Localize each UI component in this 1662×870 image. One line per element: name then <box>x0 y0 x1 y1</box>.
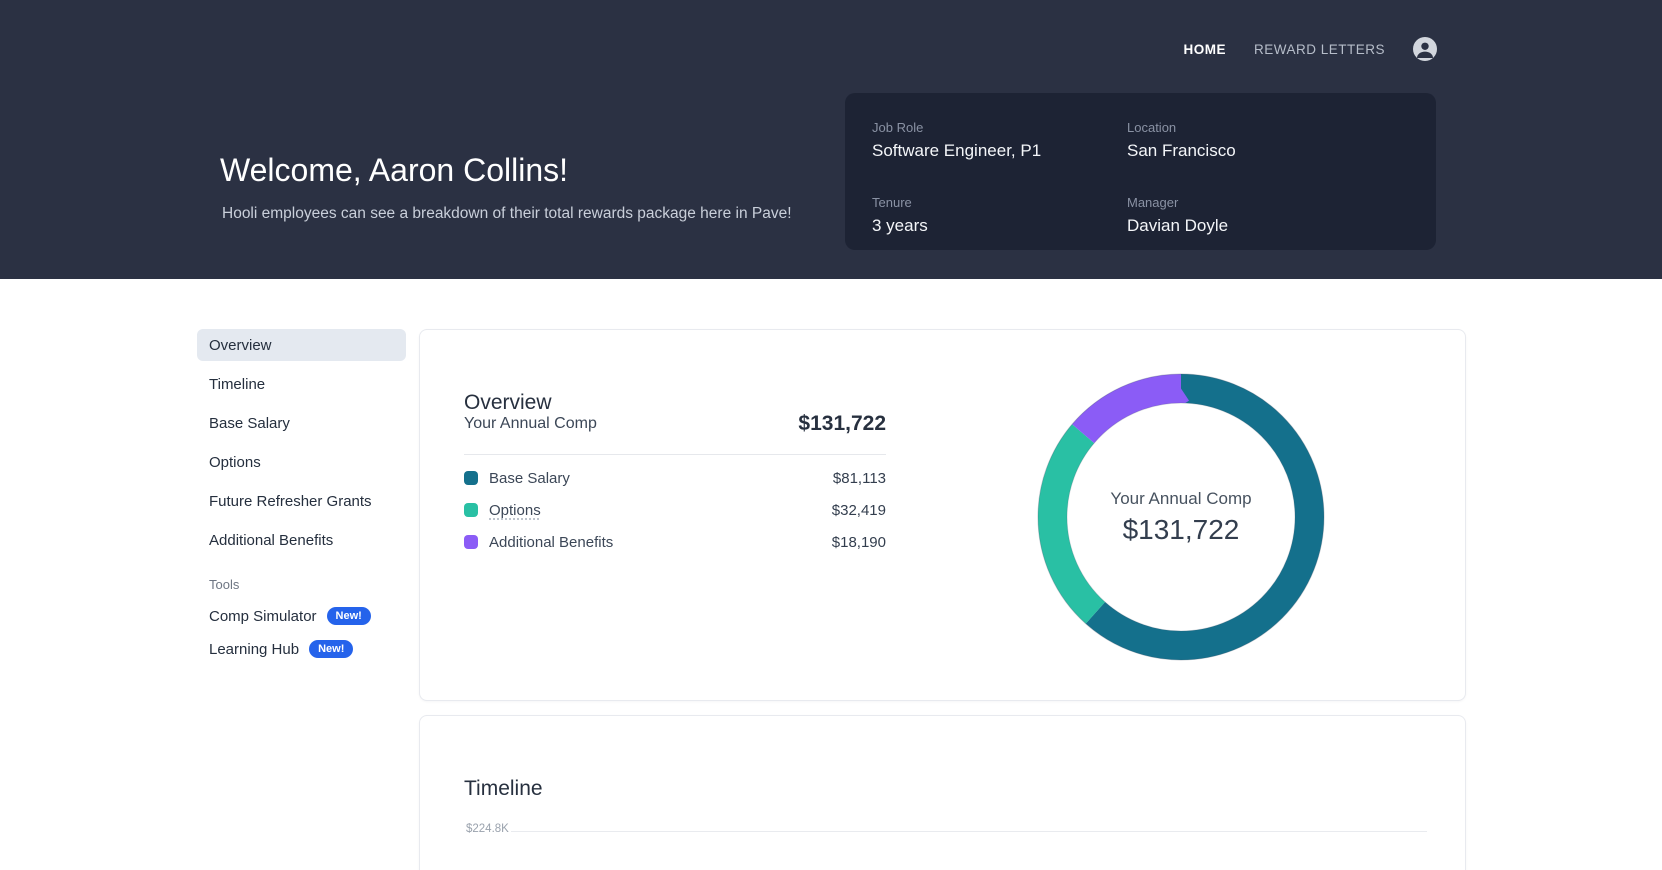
timeline-card-title: Timeline <box>464 777 543 801</box>
sidebar-item-additional-benefits[interactable]: Additional Benefits <box>197 524 406 556</box>
section-sidebar: Overview Timeline Base Salary Options Fu… <box>197 329 406 658</box>
nav-home[interactable]: HOME <box>1183 42 1226 57</box>
employee-profile-card: Job Role Software Engineer, P1 Location … <box>845 93 1436 250</box>
tools-section-header: Tools <box>209 577 240 592</box>
sidebar-item-comp-simulator[interactable]: Comp Simulator New! <box>197 607 406 625</box>
sidebar-item-base-salary[interactable]: Base Salary <box>197 407 406 439</box>
annual-comp-value: $131,722 <box>798 412 886 435</box>
field-label: Job Role <box>872 120 924 135</box>
comp-breakdown-legend: Base Salary $81,113 Options $32,419 Addi… <box>464 462 886 558</box>
sidebar-item-future-refresher-grants[interactable]: Future Refresher Grants <box>197 485 406 517</box>
profile-field-job-role: Job Role Software Engineer, P1 <box>872 120 1127 176</box>
legend-label-options-tooltip[interactable]: Options <box>489 502 541 519</box>
divider <box>464 454 886 455</box>
donut-inner-outline <box>1066 402 1296 632</box>
field-value: San Francisco <box>1127 141 1236 160</box>
new-badge: New! <box>309 640 354 658</box>
account-avatar-icon[interactable] <box>1413 37 1437 61</box>
welcome-subtitle: Hooli employees can see a breakdown of t… <box>222 204 792 222</box>
tool-label: Learning Hub <box>209 640 300 658</box>
field-value: Davian Doyle <box>1127 215 1229 235</box>
legend-label: Base Salary <box>489 469 570 487</box>
sidebar-item-learning-hub[interactable]: Learning Hub New! <box>197 640 406 658</box>
field-label: Manager <box>1127 194 1179 210</box>
legend-label: Additional Benefits <box>489 533 614 551</box>
annual-comp-donut-chart[interactable]: Your Annual Comp $131,722 <box>1036 372 1326 662</box>
legend-value: $32,419 <box>831 501 886 519</box>
hero-header: HOME REWARD LETTERS Welcome, Aaron Colli… <box>0 0 1662 279</box>
field-value: 3 years <box>872 215 928 235</box>
field-label: Tenure <box>872 194 912 210</box>
sidebar-item-timeline[interactable]: Timeline <box>197 368 406 400</box>
legend-row-base-salary: Base Salary $81,113 <box>464 462 886 494</box>
legend-value: $18,190 <box>831 533 886 551</box>
donut-svg <box>1037 373 1325 661</box>
overview-card: Overview Your Annual Comp $131,722 Base … <box>419 329 1466 701</box>
legend-row-options: Options $32,419 <box>464 494 886 526</box>
timeline-y-axis-tick: $224.8K <box>466 823 509 835</box>
annual-comp-total-row: Your Annual Comp $131,722 <box>464 412 886 436</box>
field-value: Software Engineer, P1 <box>872 141 1042 160</box>
tool-label: Comp Simulator <box>209 607 317 625</box>
legend-value: $81,113 <box>832 469 886 487</box>
annual-comp-label: Your Annual Comp <box>464 415 597 432</box>
timeline-gridline <box>511 831 1427 832</box>
additional-benefits-swatch-icon <box>464 535 478 549</box>
welcome-heading: Welcome, Aaron Collins! <box>220 152 568 189</box>
options-swatch-icon <box>464 503 478 517</box>
field-label: Location <box>1127 120 1177 135</box>
sidebar-item-overview[interactable]: Overview <box>197 329 406 361</box>
legend-row-additional-benefits: Additional Benefits $18,190 <box>464 526 886 558</box>
nav-reward-letters[interactable]: REWARD LETTERS <box>1254 42 1385 57</box>
timeline-card: Timeline $224.8K <box>419 715 1466 870</box>
base-salary-swatch-icon <box>464 471 478 485</box>
top-navigation: HOME REWARD LETTERS <box>1183 37 1437 61</box>
new-badge: New! <box>326 607 371 625</box>
profile-field-tenure: Tenure 3 years <box>872 195 1127 251</box>
pave-dashboard: HOME REWARD LETTERS Welcome, Aaron Colli… <box>0 0 1662 870</box>
sidebar-item-options[interactable]: Options <box>197 446 406 478</box>
profile-field-manager: Manager Davian Doyle <box>1127 195 1436 251</box>
profile-field-location: Location San Francisco <box>1127 120 1436 176</box>
